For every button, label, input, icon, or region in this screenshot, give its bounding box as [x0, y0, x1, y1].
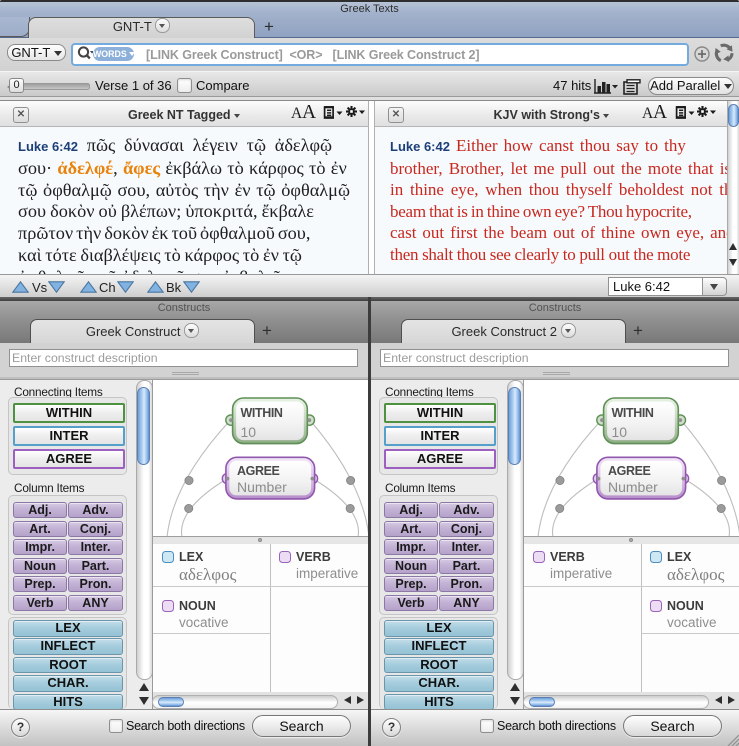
svg-text:AGREE: AGREE — [237, 464, 280, 478]
svg-text:WITHIN: WITHIN — [241, 406, 283, 420]
svg-text:AGREE: AGREE — [608, 464, 651, 478]
svg-text:WITHIN: WITHIN — [612, 406, 654, 420]
svg-text:10: 10 — [612, 424, 628, 440]
svg-text:Number: Number — [237, 479, 287, 495]
svg-text:Number: Number — [608, 479, 658, 495]
svg-text:10: 10 — [241, 424, 257, 440]
